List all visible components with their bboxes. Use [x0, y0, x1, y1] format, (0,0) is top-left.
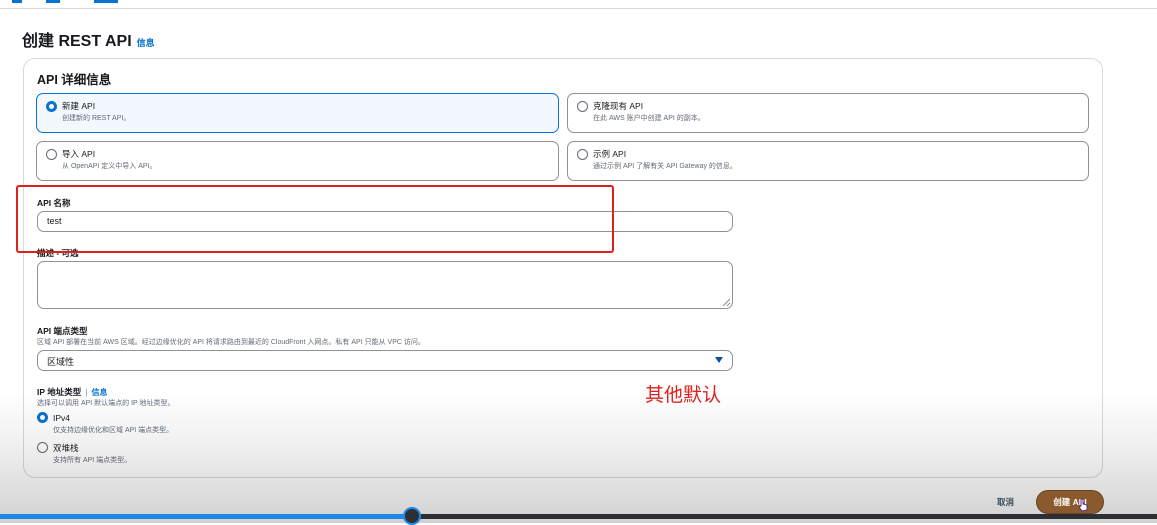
- page-title-text: 创建 REST API: [22, 33, 132, 50]
- option-label: 新建 API: [62, 101, 96, 111]
- endpoint-type-description: 区域 API 部署在当前 AWS 区域。经过边缘优化的 API 将请求路由到最近…: [37, 339, 425, 346]
- radio-button[interactable]: [577, 149, 588, 160]
- description-textarea[interactable]: [37, 261, 733, 309]
- page-title: 创建 REST API 信息: [22, 27, 155, 51]
- info-link[interactable]: 信息: [91, 388, 107, 397]
- dualstack-description: 支持所有 API 端点类型。: [53, 457, 132, 464]
- panel-title: API 详细信息: [37, 73, 112, 87]
- hand-cursor-icon: [1078, 498, 1088, 512]
- endpoint-type-select[interactable]: 区域性: [37, 350, 733, 371]
- nav-tab-indicator: [12, 0, 22, 3]
- video-progress-fill: [0, 514, 412, 519]
- option-description: 创建新的 REST API。: [62, 115, 131, 122]
- ipv4-description: 仅支持边缘优化和区域 API 端点类型。: [53, 427, 174, 434]
- radio-ipv4-selected[interactable]: [37, 412, 48, 423]
- radio-button[interactable]: [46, 149, 57, 160]
- divider: |: [85, 387, 88, 397]
- option-clone-api[interactable]: 克隆现有 API 在此 AWS 账户中创建 API 的副本。: [567, 93, 1089, 133]
- option-label: 克隆现有 API: [593, 101, 644, 111]
- nav-tab-indicator: [46, 0, 60, 3]
- dualstack-label: 双堆栈: [53, 443, 79, 453]
- option-label: 示例 API: [593, 149, 627, 159]
- top-navigation-bar: [0, 0, 1157, 9]
- cancel-button[interactable]: 取消: [997, 496, 1014, 508]
- endpoint-type-label: API 端点类型: [37, 326, 88, 336]
- caret-down-icon: [715, 357, 723, 363]
- ip-type-description: 选择可以调用 API 默认端点的 IP 地址类型。: [37, 400, 175, 407]
- video-progress-handle[interactable]: [403, 507, 421, 525]
- radio-dualstack[interactable]: [37, 442, 48, 453]
- option-description: 通过示例 API 了解有关 API Gateway 的信息。: [593, 163, 737, 170]
- info-link[interactable]: 信息: [137, 38, 155, 48]
- option-example-api[interactable]: 示例 API 通过示例 API 了解有关 API Gateway 的信息。: [567, 141, 1089, 181]
- ip-type-label: IP 地址类型: [37, 387, 82, 397]
- ipv4-label: IPv4: [53, 413, 71, 423]
- option-new-api[interactable]: 新建 API 创建新的 REST API。: [36, 93, 559, 133]
- radio-button-selected[interactable]: [46, 101, 57, 112]
- endpoint-type-selected-value: 区域性: [47, 357, 75, 367]
- ip-type-label-row: IP 地址类型 | 信息: [37, 386, 107, 398]
- option-label: 导入 API: [62, 149, 96, 159]
- option-import-api[interactable]: 导入 API 从 OpenAPI 定义中导入 API。: [36, 141, 559, 181]
- resize-handle-icon[interactable]: [723, 299, 730, 306]
- nav-tab-indicator: [94, 0, 118, 3]
- option-description: 在此 AWS 账户中创建 API 的副本。: [593, 115, 705, 122]
- option-description: 从 OpenAPI 定义中导入 API。: [62, 163, 157, 170]
- highlight-box: [16, 185, 614, 253]
- annotation-text: 其他默认: [645, 385, 722, 406]
- radio-button[interactable]: [577, 101, 588, 112]
- create-api-button[interactable]: 创建 API: [1037, 491, 1103, 513]
